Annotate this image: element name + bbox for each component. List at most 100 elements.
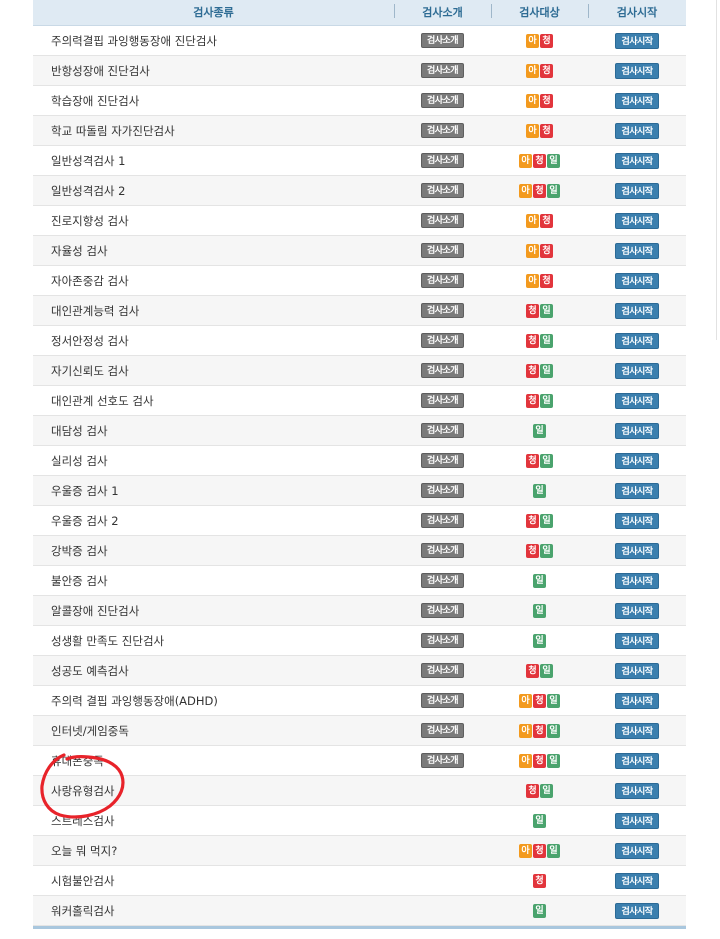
start-cell: 검사시작 bbox=[588, 476, 686, 505]
adult-badge: 일 bbox=[540, 303, 553, 318]
target-badges: 일 bbox=[533, 633, 546, 648]
intro-cell: 검사소개 bbox=[394, 626, 491, 655]
start-button[interactable]: 검사시작 bbox=[615, 752, 659, 769]
start-button[interactable]: 검사시작 bbox=[615, 272, 659, 289]
start-button[interactable]: 검사시작 bbox=[615, 32, 659, 49]
test-name: 알콜장애 진단검사 bbox=[51, 603, 140, 618]
target-badges: 일 bbox=[533, 573, 546, 588]
start-cell: 검사시작 bbox=[588, 536, 686, 565]
intro-button[interactable]: 검사소개 bbox=[421, 483, 464, 498]
table-row: 우울증 검사 1 검사소개 일 검사시작 bbox=[33, 476, 686, 506]
start-button[interactable]: 검사시작 bbox=[615, 242, 659, 259]
start-button[interactable]: 검사시작 bbox=[615, 782, 659, 799]
intro-cell bbox=[394, 806, 491, 835]
start-button[interactable]: 검사시작 bbox=[615, 812, 659, 829]
test-name: 시험불안검사 bbox=[51, 873, 115, 888]
teen-badge: 청 bbox=[533, 723, 546, 738]
target-cell: 일 bbox=[491, 476, 588, 505]
adult-badge: 일 bbox=[547, 753, 560, 768]
start-button[interactable]: 검사시작 bbox=[615, 872, 659, 889]
start-button[interactable]: 검사시작 bbox=[615, 422, 659, 439]
intro-button[interactable]: 검사소개 bbox=[421, 183, 464, 198]
start-button[interactable]: 검사시작 bbox=[615, 362, 659, 379]
start-button[interactable]: 검사시작 bbox=[615, 542, 659, 559]
intro-button[interactable]: 검사소개 bbox=[421, 723, 464, 738]
intro-button[interactable]: 검사소개 bbox=[421, 423, 464, 438]
teen-badge: 청 bbox=[533, 183, 546, 198]
start-button[interactable]: 검사시작 bbox=[615, 632, 659, 649]
intro-button[interactable]: 검사소개 bbox=[421, 363, 464, 378]
intro-button[interactable]: 검사소개 bbox=[421, 213, 464, 228]
start-button[interactable]: 검사시작 bbox=[615, 842, 659, 859]
start-button[interactable]: 검사시작 bbox=[615, 332, 659, 349]
intro-button[interactable]: 검사소개 bbox=[421, 93, 464, 108]
target-cell: 아청 bbox=[491, 236, 588, 265]
target-cell: 일 bbox=[491, 566, 588, 595]
start-cell: 검사시작 bbox=[588, 896, 686, 925]
intro-button[interactable]: 검사소개 bbox=[421, 153, 464, 168]
test-name-cell: 인터넷/게임중독 bbox=[33, 716, 394, 745]
start-cell: 검사시작 bbox=[588, 716, 686, 745]
test-name: 우울증 검사 1 bbox=[51, 483, 119, 498]
intro-button[interactable]: 검사소개 bbox=[421, 393, 464, 408]
intro-cell: 검사소개 bbox=[394, 56, 491, 85]
start-button[interactable]: 검사시작 bbox=[615, 212, 659, 229]
intro-cell: 검사소개 bbox=[394, 296, 491, 325]
start-button[interactable]: 검사시작 bbox=[615, 662, 659, 679]
start-button[interactable]: 검사시작 bbox=[615, 152, 659, 169]
intro-button[interactable]: 검사소개 bbox=[421, 513, 464, 528]
start-button[interactable]: 검사시작 bbox=[615, 92, 659, 109]
intro-button[interactable]: 검사소개 bbox=[421, 453, 464, 468]
intro-button[interactable]: 검사소개 bbox=[421, 753, 464, 768]
test-name: 대인관계 선호도 검사 bbox=[51, 393, 154, 408]
intro-button[interactable]: 검사소개 bbox=[421, 123, 464, 138]
intro-button[interactable]: 검사소개 bbox=[421, 693, 464, 708]
intro-button[interactable]: 검사소개 bbox=[421, 33, 464, 48]
table-row: 사랑유형검사 청 일 검사시작 bbox=[33, 776, 686, 806]
test-name-cell: 학습장애 진단검사 bbox=[33, 86, 394, 115]
start-cell: 검사시작 bbox=[588, 566, 686, 595]
target-badges: 청일 bbox=[526, 513, 553, 528]
target-badges: 청일 bbox=[526, 333, 553, 348]
intro-button[interactable]: 검사소개 bbox=[421, 543, 464, 558]
intro-button[interactable]: 검사소개 bbox=[421, 63, 464, 78]
start-button[interactable]: 검사시작 bbox=[615, 692, 659, 709]
adult-badge: 일 bbox=[547, 183, 560, 198]
start-button[interactable]: 검사시작 bbox=[615, 572, 659, 589]
test-name: 정서안정성 검사 bbox=[51, 333, 129, 348]
start-button[interactable]: 검사시작 bbox=[615, 452, 659, 469]
intro-button[interactable]: 검사소개 bbox=[421, 663, 464, 678]
start-button[interactable]: 검사시작 bbox=[615, 902, 659, 919]
target-badges: 청일 bbox=[526, 303, 553, 318]
target-cell: 일 bbox=[491, 806, 588, 835]
start-button[interactable]: 검사시작 bbox=[615, 302, 659, 319]
start-button[interactable]: 검사시작 bbox=[615, 392, 659, 409]
header-start: 검사시작 bbox=[588, 0, 686, 25]
start-cell: 검사시작 bbox=[588, 506, 686, 535]
target-badges: 청일 bbox=[526, 453, 553, 468]
teen-badge: 청 bbox=[526, 543, 539, 558]
intro-button[interactable]: 검사소개 bbox=[421, 333, 464, 348]
start-button[interactable]: 검사시작 bbox=[615, 182, 659, 199]
test-name-cell: 불안증 검사 bbox=[33, 566, 394, 595]
intro-button[interactable]: 검사소개 bbox=[421, 573, 464, 588]
target-cell: 청일 bbox=[491, 536, 588, 565]
table-row: 정서안정성 검사 검사소개 청 일 검사시작 bbox=[33, 326, 686, 356]
start-button[interactable]: 검사시작 bbox=[615, 512, 659, 529]
adult-badge: 일 bbox=[547, 843, 560, 858]
test-name-cell: 오늘 뭐 먹지? bbox=[33, 836, 394, 865]
start-button[interactable]: 검사시작 bbox=[615, 122, 659, 139]
start-button[interactable]: 검사시작 bbox=[615, 62, 659, 79]
teen-badge: 청 bbox=[526, 453, 539, 468]
intro-button[interactable]: 검사소개 bbox=[421, 243, 464, 258]
target-badges: 아청 bbox=[526, 213, 553, 228]
start-button[interactable]: 검사시작 bbox=[615, 602, 659, 619]
start-button[interactable]: 검사시작 bbox=[615, 482, 659, 499]
intro-button[interactable]: 검사소개 bbox=[421, 603, 464, 618]
intro-button[interactable]: 검사소개 bbox=[421, 633, 464, 648]
start-button[interactable]: 검사시작 bbox=[615, 722, 659, 739]
intro-button[interactable]: 검사소개 bbox=[421, 303, 464, 318]
intro-button[interactable]: 검사소개 bbox=[421, 273, 464, 288]
table-row: 성공도 예측검사 검사소개 청 일 검사시작 bbox=[33, 656, 686, 686]
teen-badge: 청 bbox=[533, 873, 546, 888]
